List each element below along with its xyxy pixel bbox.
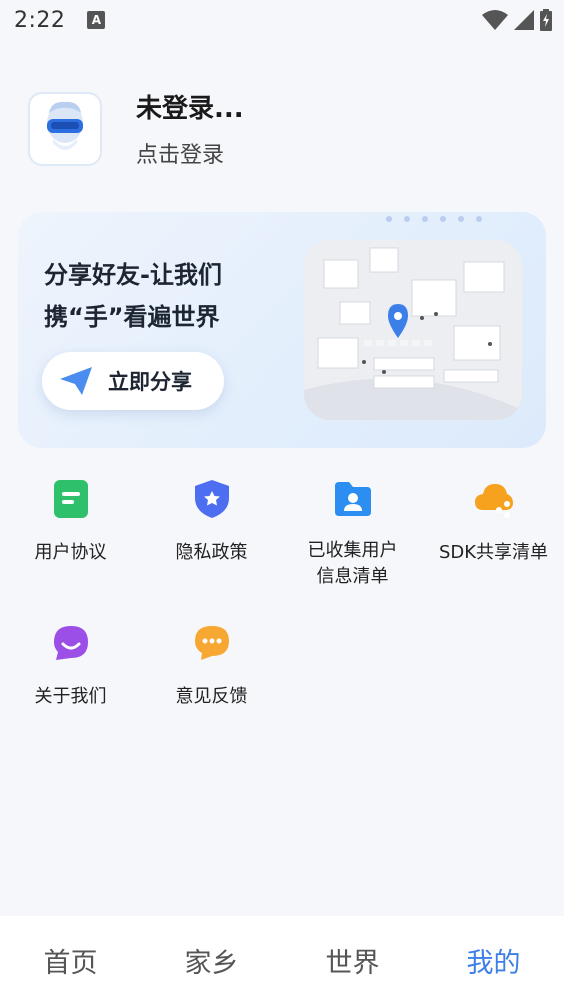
- chat-bubble-icon: [194, 626, 229, 660]
- wifi-icon: [482, 10, 508, 30]
- menu-item-user-agreement[interactable]: 用户协议: [0, 472, 141, 566]
- city-map-illustration: [304, 240, 522, 420]
- menu-item-sdk-share-list[interactable]: SDK共享清单: [423, 472, 564, 566]
- shield-icon: [194, 480, 229, 518]
- status-icons: [482, 9, 552, 31]
- menu-label: 隐私政策: [175, 542, 248, 563]
- user-folder-icon: [334, 482, 371, 516]
- default-avatar-icon: [47, 101, 83, 150]
- status-bar: 2:22 A: [0, 0, 564, 40]
- nav-tab-mine[interactable]: 我的: [423, 916, 564, 1004]
- banner-title: 分享好友-让我们 携“手”看遍世界: [44, 254, 222, 338]
- menu-label-line1: 已收集用户: [307, 540, 398, 561]
- menu-item-privacy-policy[interactable]: 隐私政策: [141, 472, 282, 566]
- notification-a-icon: A: [87, 11, 106, 29]
- smile-bubble-icon: [53, 626, 88, 660]
- decorative-dots: [386, 216, 482, 222]
- cloud-share-icon: [474, 484, 513, 518]
- avatar[interactable]: [28, 91, 102, 166]
- menu-item-about-us[interactable]: 关于我们: [0, 616, 141, 710]
- share-banner[interactable]: 分享好友-让我们 携“手”看遍世界 立即分享: [18, 212, 546, 448]
- status-time: 2:22: [14, 7, 66, 33]
- menu-label-line2: 信息清单: [316, 566, 389, 587]
- menu-item-feedback[interactable]: 意见反馈: [141, 616, 282, 710]
- login-link[interactable]: 点击登录: [136, 137, 244, 169]
- bottom-navigation: 首页 家乡 世界 我的: [0, 916, 564, 1004]
- menu-item-collected-info-list[interactable]: 已收集用户 信息清单: [282, 472, 423, 590]
- menu-label: 已收集用户 信息清单: [282, 538, 423, 590]
- nav-tab-home[interactable]: 首页: [0, 916, 141, 1004]
- profile-name: 未登录...: [136, 94, 244, 124]
- menu-label: SDK共享清单: [438, 542, 549, 563]
- signal-icon: [514, 10, 534, 30]
- banner-title-line2: 携“手”看遍世界: [44, 303, 220, 331]
- document-icon: [53, 480, 88, 518]
- battery-icon: [540, 9, 552, 31]
- nav-tab-hometown[interactable]: 家乡: [141, 916, 282, 1004]
- profile-header[interactable]: 未登录... 点击登录: [28, 88, 244, 169]
- menu-label: 用户协议: [34, 542, 107, 563]
- share-now-button[interactable]: 立即分享: [42, 352, 224, 410]
- paper-plane-icon: [60, 367, 92, 395]
- banner-title-line1: 分享好友-让我们: [44, 261, 222, 289]
- share-button-label: 立即分享: [108, 370, 192, 394]
- nav-tab-world[interactable]: 世界: [282, 916, 423, 1004]
- menu-label: 意见反馈: [175, 686, 248, 707]
- menu-label: 关于我们: [34, 686, 107, 707]
